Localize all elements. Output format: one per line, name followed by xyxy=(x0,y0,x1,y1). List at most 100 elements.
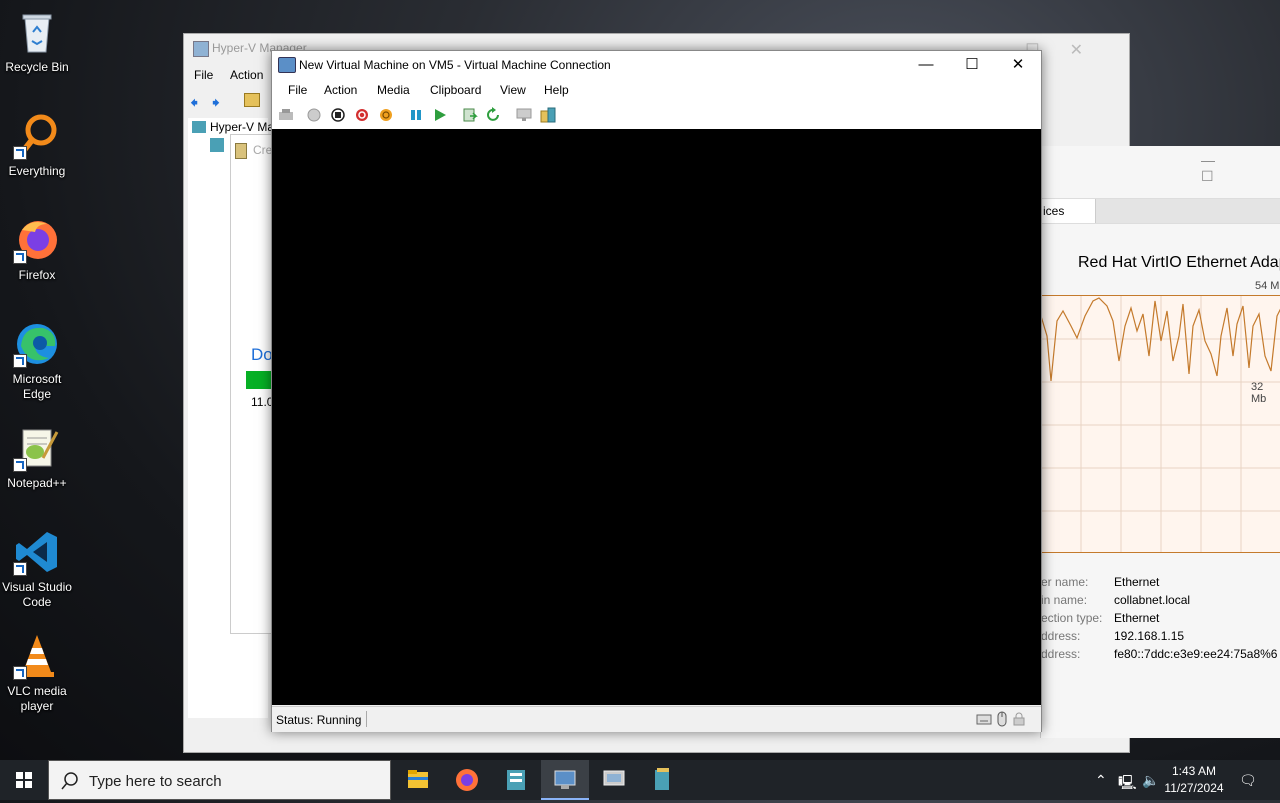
desktop-icon-label: VLC media player xyxy=(7,684,67,713)
desktop-icon-notepad-plus-plus[interactable]: Notepad++ xyxy=(0,424,74,491)
status-separator xyxy=(366,711,367,727)
ctrl-alt-del-icon[interactable] xyxy=(278,107,294,123)
shortcut-arrow-icon xyxy=(13,666,27,680)
enhanced-session-icon[interactable] xyxy=(516,107,532,123)
net-window-tabs: ices xyxy=(1041,198,1280,224)
graph-scale-top: 54 M xyxy=(1255,280,1280,292)
desktop-icon-vscode[interactable]: Visual Studio Code xyxy=(0,528,74,610)
desktop-icon-recycle-bin[interactable]: Recycle Bin xyxy=(0,8,74,75)
taskbar-search-box[interactable]: Type here to search xyxy=(48,760,391,800)
adapter-details: er name: Ethernet in name: collabnet.local… xyxy=(1041,575,1280,665)
vm-statusbar: Status: Running xyxy=(272,706,1041,732)
show-hidden-icons-icon[interactable]: ⌃ xyxy=(1095,772,1107,789)
save-state-icon[interactable] xyxy=(378,107,394,123)
back-arrow-icon[interactable]: 🠸 xyxy=(190,92,198,119)
desktop-icon-vlc[interactable]: VLC media player xyxy=(0,632,74,714)
graph-scale-mid: 32 Mb xyxy=(1251,381,1267,405)
hyperv-toolbar: 🠸 🠺 xyxy=(188,90,274,112)
taskbar-vm-connection[interactable] xyxy=(541,760,589,800)
detail-value: collabnet.local xyxy=(1114,593,1191,607)
shortcut-arrow-icon xyxy=(13,250,27,264)
share-icon[interactable] xyxy=(540,107,556,123)
vm-titlebar[interactable]: New Virtual Machine on VM5 - Virtual Mac… xyxy=(272,51,1041,79)
desktop-icon-label: Recycle Bin xyxy=(5,60,69,74)
desktop-icon-edge[interactable]: Microsoft Edge xyxy=(0,320,74,402)
taskbar-storage-app[interactable] xyxy=(639,760,687,800)
taskbar-server-manager[interactable] xyxy=(492,760,540,800)
edge-icon xyxy=(13,320,61,368)
firefox-icon xyxy=(13,216,61,264)
vm-menu-media[interactable]: Media xyxy=(377,83,410,97)
file-explorer-icon xyxy=(408,770,428,788)
network-disconnected-icon[interactable]: 🖳 xyxy=(1118,772,1137,796)
shortcut-arrow-icon xyxy=(13,458,27,472)
firefox-icon xyxy=(456,769,478,791)
detail-value: Ethernet xyxy=(1114,611,1160,625)
detail-key: in name: xyxy=(1041,593,1088,607)
pause-icon[interactable] xyxy=(408,107,424,123)
minimize-button[interactable]: — xyxy=(903,51,949,79)
desktop-icon-label: Visual Studio Code xyxy=(2,580,72,609)
detail-key: ection type: xyxy=(1041,611,1103,625)
turn-off-icon[interactable] xyxy=(330,107,346,123)
taskbar-clock[interactable]: 1:43 AM 11/27/2024 xyxy=(1158,763,1230,797)
folder-up-icon[interactable] xyxy=(244,93,260,107)
shortcut-arrow-icon xyxy=(13,562,27,576)
taskbar-file-explorer[interactable] xyxy=(394,760,442,800)
vm-menu-clipboard[interactable]: Clipboard xyxy=(430,83,481,97)
wizard-icon xyxy=(235,143,247,159)
detail-value: fe80::7ddc:e3e9:ee24:75a8%6 xyxy=(1114,647,1278,661)
net-window-caption-buttons[interactable]: —☐ xyxy=(1201,152,1280,185)
keyboard-icon xyxy=(976,714,992,725)
desktop-icon-label: Firefox xyxy=(18,268,56,282)
shortcut-arrow-icon xyxy=(13,354,27,368)
hyperv-node-icon xyxy=(210,138,224,152)
vm-menu-help[interactable]: Help xyxy=(544,83,569,97)
volume-muted-icon[interactable]: 🔈 xyxy=(1142,772,1159,789)
storage-app-icon xyxy=(655,768,669,790)
hyperv-tree-root[interactable]: Hyper-V Ma xyxy=(210,120,274,134)
checkpoint-icon[interactable] xyxy=(462,107,478,123)
hyperv-menu-file[interactable]: File xyxy=(194,68,213,82)
recycle-bin-icon xyxy=(13,8,61,56)
network-status-window[interactable]: —☐ ices Red Hat VirtIO Ethernet Adapt 54… xyxy=(1040,146,1280,738)
vm-menubar: File Action Media Clipboard View Help xyxy=(272,79,1041,101)
lock-icon xyxy=(1013,712,1025,726)
search-placeholder: Type here to search xyxy=(89,773,222,790)
everything-icon xyxy=(13,112,61,160)
maximize-button[interactable]: ☐ xyxy=(949,51,995,79)
taskbar-firefox[interactable] xyxy=(443,760,491,800)
vm-menu-action[interactable]: Action xyxy=(324,83,357,97)
shut-down-icon[interactable] xyxy=(354,107,370,123)
desktop-icon-everything[interactable]: Everything xyxy=(0,112,74,179)
progress-label: Do xyxy=(251,345,273,364)
vm-status-text: Status: Running xyxy=(276,713,362,727)
taskbar-hyperv-manager[interactable] xyxy=(590,760,638,800)
revert-icon[interactable] xyxy=(486,107,502,123)
forward-arrow-icon[interactable]: 🠺 xyxy=(212,92,220,119)
desktop-icon-label: Notepad++ xyxy=(7,476,67,490)
start-button[interactable] xyxy=(0,760,48,800)
hyperv-server-icon xyxy=(192,121,206,133)
vm-menu-file[interactable]: File xyxy=(288,83,307,97)
detail-row: ddress: fe80::7ddc:e3e9:ee24:75a8%6 xyxy=(1041,647,1280,665)
windows-logo-icon xyxy=(16,772,32,788)
detail-row: ection type: Ethernet xyxy=(1041,611,1280,629)
search-icon xyxy=(61,772,78,790)
throughput-graph-svg xyxy=(1040,296,1280,552)
taskbar: Type here to search ⌃ 🖳 🔈 1:43 AM 11/27/… xyxy=(0,760,1280,800)
shortcut-arrow-icon xyxy=(13,146,27,160)
close-button[interactable]: ✕ xyxy=(995,51,1041,79)
resume-icon[interactable] xyxy=(432,107,448,123)
vm-connection-window[interactable]: New Virtual Machine on VM5 - Virtual Mac… xyxy=(271,50,1042,732)
detail-value: Ethernet xyxy=(1114,575,1160,589)
hyperv-menu-action[interactable]: Action xyxy=(230,68,263,82)
start-icon[interactable] xyxy=(306,107,322,123)
tab-services[interactable]: ices xyxy=(1041,199,1096,223)
vlc-icon xyxy=(13,632,61,680)
notifications-icon[interactable]: 🗨 xyxy=(1239,772,1257,789)
vm-display[interactable] xyxy=(272,129,1041,705)
adapter-name: Red Hat VirtIO Ethernet Adapt xyxy=(1078,254,1280,271)
desktop-icon-firefox[interactable]: Firefox xyxy=(0,216,74,283)
vm-menu-view[interactable]: View xyxy=(500,83,526,97)
